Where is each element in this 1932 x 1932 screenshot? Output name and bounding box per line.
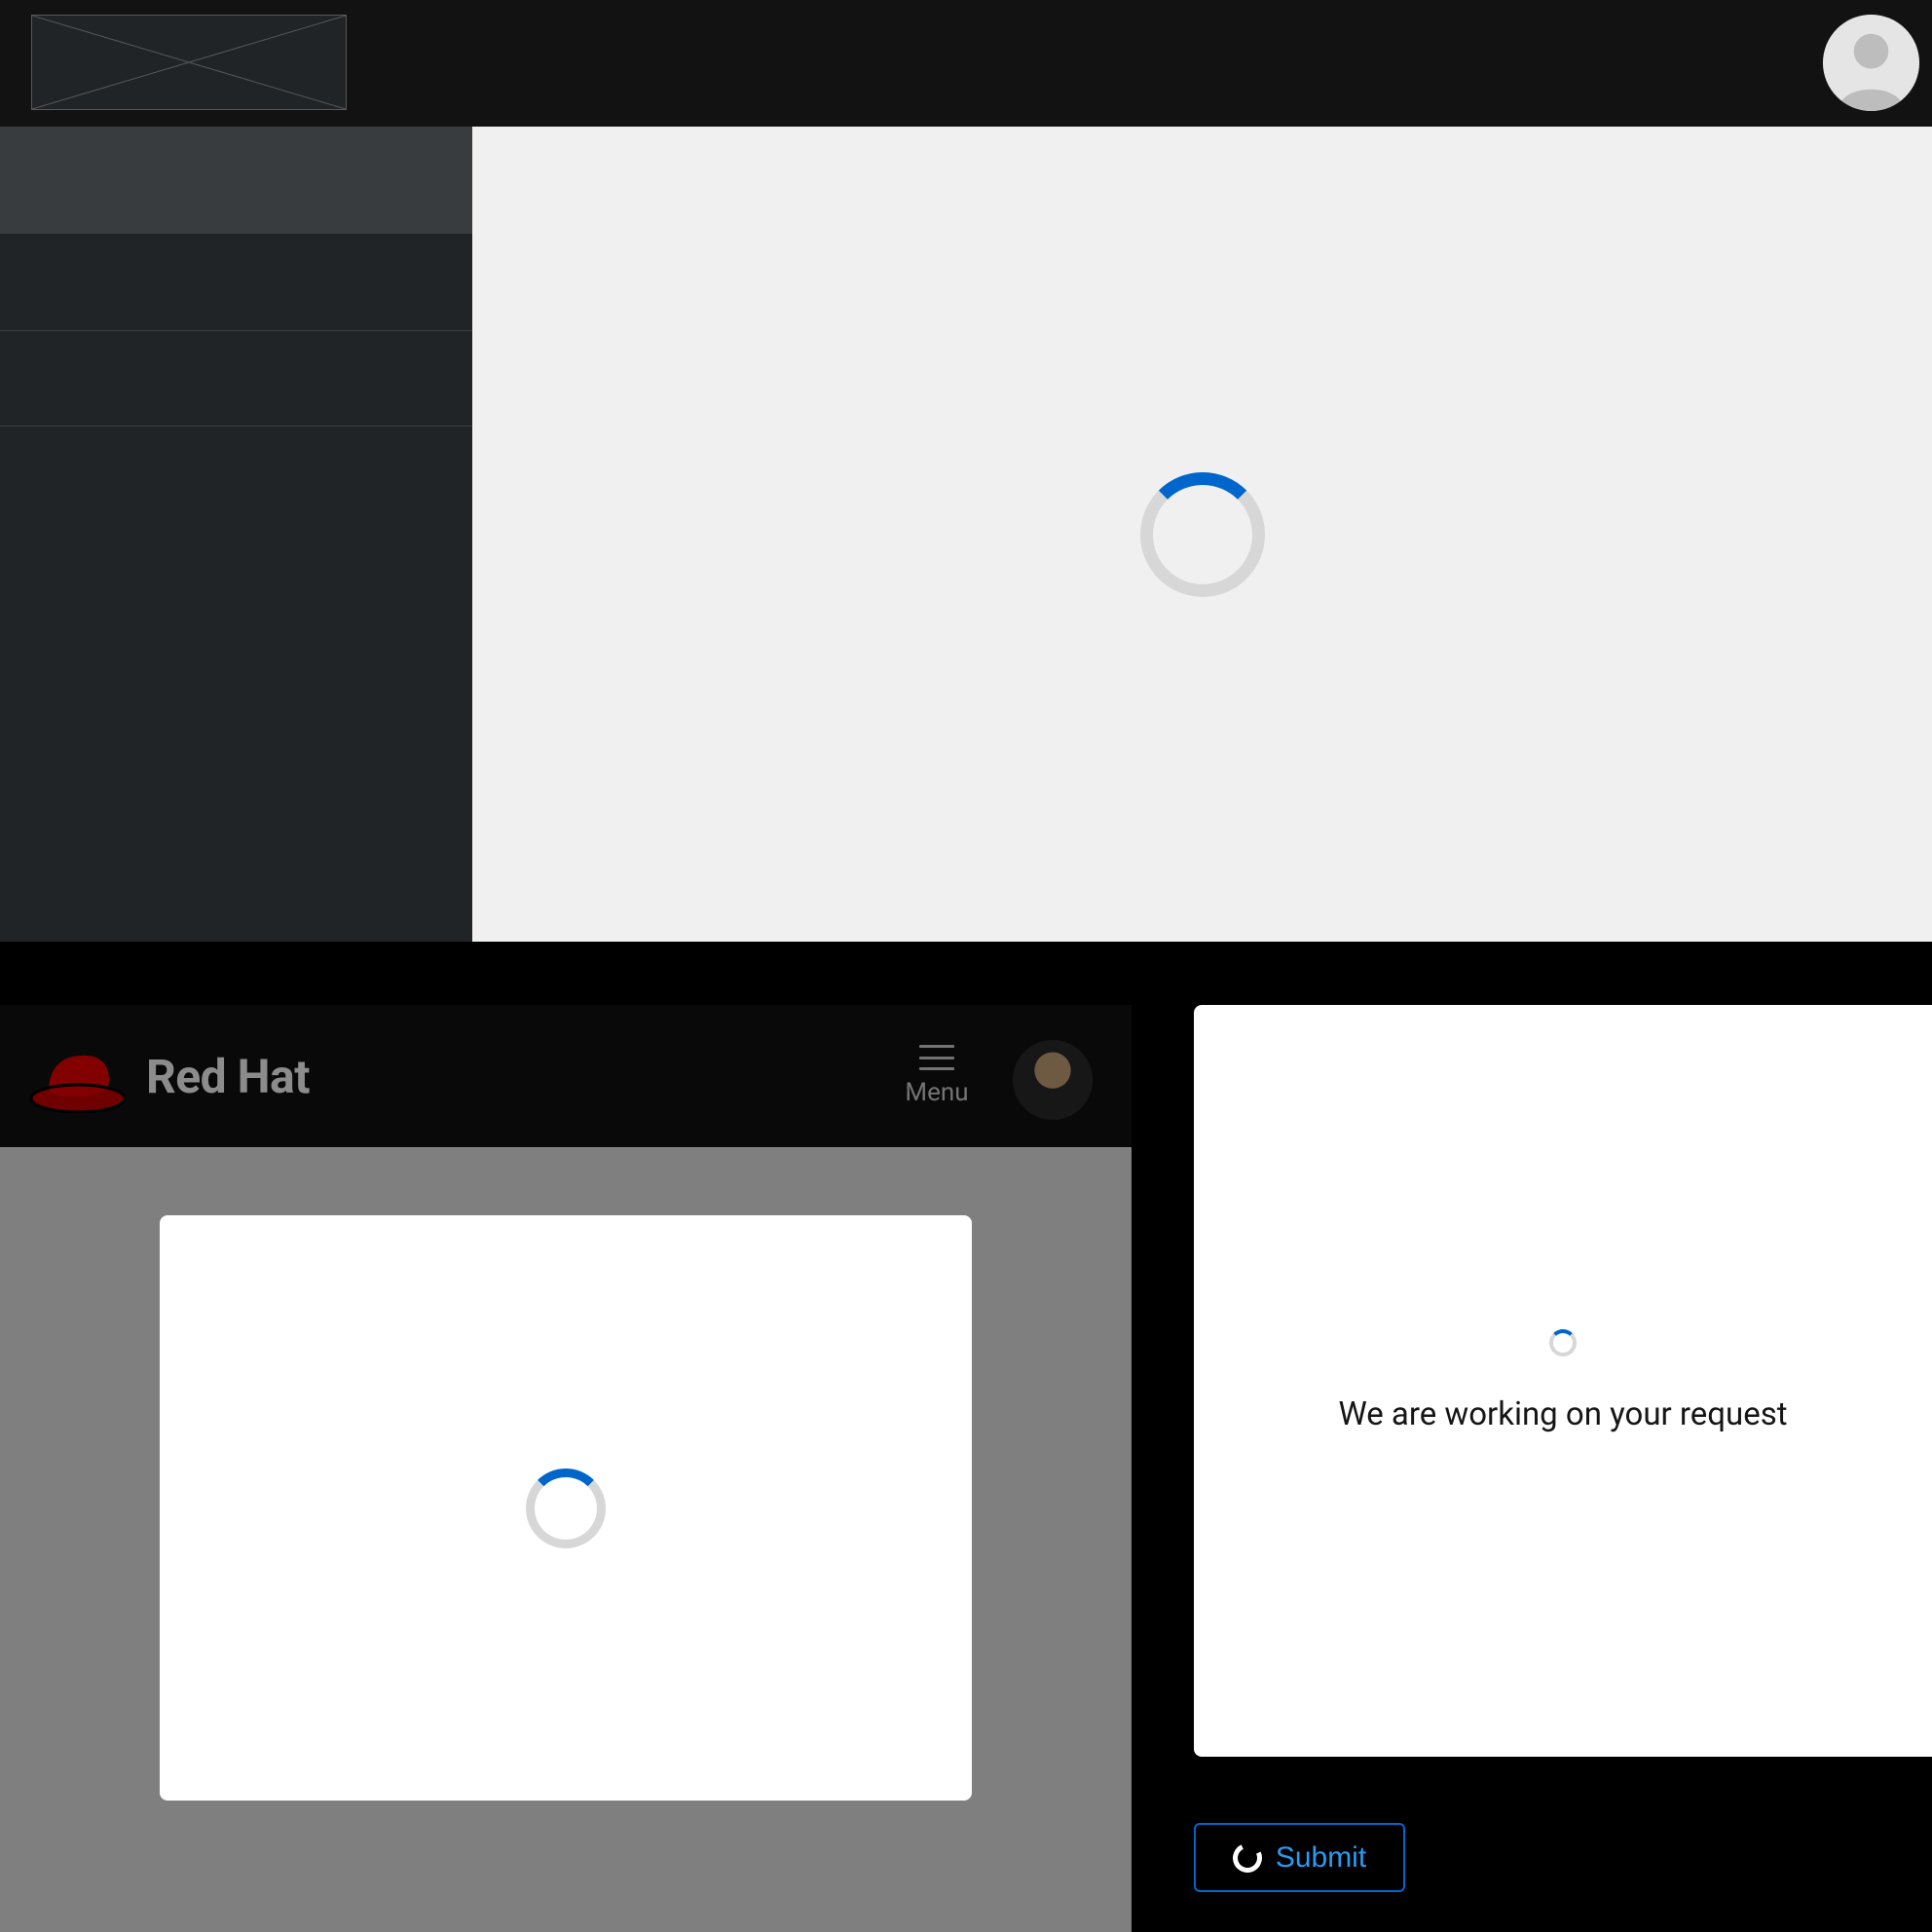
- spinner-icon: [526, 1468, 606, 1548]
- user-avatar-small[interactable]: [1013, 1040, 1093, 1120]
- loading-card: [160, 1215, 972, 1801]
- menu-button[interactable]: Menu: [888, 1005, 985, 1147]
- sidebar-item-1[interactable]: [0, 234, 472, 331]
- request-card: We are working on your request: [1194, 1005, 1932, 1757]
- brand-text: Red Hat: [146, 1049, 310, 1104]
- panel-top-app: [0, 0, 1932, 942]
- main-content-loading: [472, 127, 1932, 942]
- panel-bottom-left-app: Red Hat Menu: [0, 942, 1132, 1932]
- spinner-icon: [1229, 1839, 1266, 1876]
- sidebar-item-0[interactable]: [0, 127, 472, 234]
- sidebar: [0, 127, 472, 942]
- bl-body: [0, 1147, 1132, 1932]
- bl-header: Red Hat Menu: [0, 1005, 1132, 1147]
- spinner-icon: [1549, 1329, 1577, 1356]
- redhat-logo: Red Hat: [29, 1040, 310, 1113]
- fedora-icon: [29, 1040, 127, 1113]
- request-message: We are working on your request: [1338, 1395, 1787, 1433]
- avatar-image: [1013, 1040, 1093, 1120]
- panel-bottom-right-app: We are working on your request Submit: [1132, 942, 1932, 1932]
- logo-placeholder: [31, 15, 347, 110]
- top-header: [0, 0, 1932, 127]
- sidebar-item-2[interactable]: [0, 331, 472, 427]
- user-avatar[interactable]: [1823, 15, 1919, 111]
- menu-label: Menu: [905, 1078, 968, 1107]
- submit-label: Submit: [1276, 1841, 1366, 1875]
- spinner-icon: [1140, 472, 1265, 597]
- submit-button[interactable]: Submit: [1194, 1823, 1405, 1892]
- hamburger-icon: [919, 1045, 954, 1070]
